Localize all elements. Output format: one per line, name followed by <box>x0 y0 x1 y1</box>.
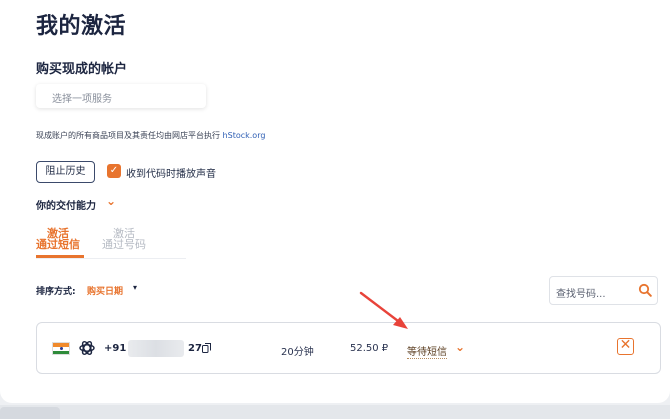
tab-line2: 通过短信 <box>36 238 80 251</box>
main-card: 我的激活 购买现成的帐户 选择一项服务 现成账户的所有商品项目及其责任均由网店平… <box>0 0 670 403</box>
capability-label[interactable]: 你的交付能力 <box>36 197 96 212</box>
activation-row: +91 ( 27 20分钟 52.50 ₽ 等待短信 ⌄ ✕ <box>36 322 661 374</box>
notice-body: 现成账户的所有商品项目及其责任均由网店平台执行 <box>36 131 220 140</box>
openai-icon <box>79 341 95 355</box>
service-select[interactable]: 选择一项服务 <box>36 84 206 108</box>
page-title: 我的激活 <box>36 14 127 39</box>
india-flag-icon <box>52 342 70 355</box>
sound-checkbox[interactable]: ✓ <box>107 164 121 178</box>
sort-dropdown[interactable]: 购买日期 <box>87 284 123 297</box>
block-history-button[interactable]: 阻止历史 <box>36 161 95 183</box>
check-icon: ✓ <box>109 165 119 176</box>
hstock-link[interactable]: hStock.org <box>223 131 266 140</box>
section-title: 购买现成的帐户 <box>36 62 128 77</box>
notice-text: 现成账户的所有商品项目及其责任均由网店平台执行 hStock.org <box>36 130 265 141</box>
copy-icon[interactable] <box>202 343 211 353</box>
service-select-placeholder: 选择一项服务 <box>52 94 112 105</box>
bottom-strip <box>0 405 670 419</box>
phone-suffix: 27 <box>188 343 202 354</box>
sound-label[interactable]: 收到代码时播放声音 <box>126 165 216 180</box>
active-tab-underline <box>36 255 84 258</box>
tab-sms-activation[interactable]: 激活 通过短信 <box>36 228 80 250</box>
tabs-divider <box>36 258 186 259</box>
bottom-tab <box>0 407 60 419</box>
cancel-button[interactable]: ✕ <box>617 338 634 355</box>
chevron-down-icon[interactable]: ⌄ <box>455 340 465 354</box>
duration: 20分钟 <box>281 347 314 358</box>
chevron-down-icon[interactable]: ⌄ <box>106 194 116 208</box>
caret-down-icon[interactable]: ▾ <box>133 283 137 292</box>
phone-redacted <box>128 340 184 357</box>
pointer-arrow-icon <box>359 291 408 329</box>
sort-label: 排序方式: <box>36 287 76 297</box>
status-dropdown[interactable]: 等待短信 <box>407 343 447 359</box>
search-icon[interactable] <box>638 283 652 297</box>
tab-number-activation[interactable]: 激活 通过号码 <box>102 228 146 250</box>
tab-line2: 通过号码 <box>102 238 146 251</box>
price: 52.50 ₽ <box>350 343 389 354</box>
search-placeholder: 查找号码... <box>556 289 606 300</box>
